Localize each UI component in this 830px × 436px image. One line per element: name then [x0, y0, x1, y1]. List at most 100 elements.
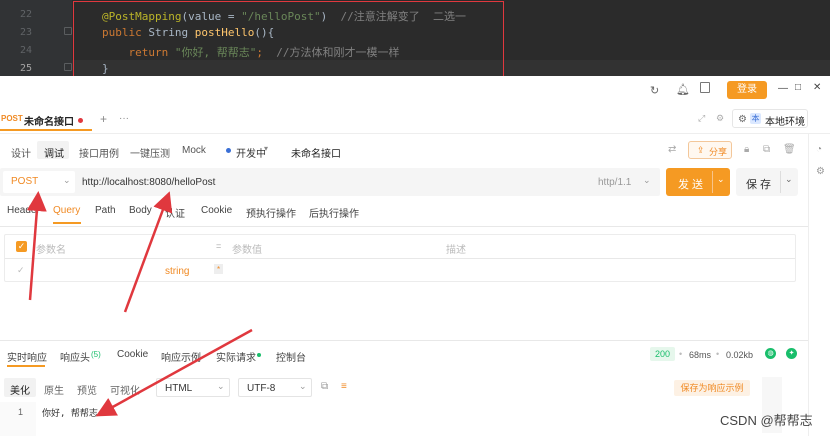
line-number: 25	[20, 63, 33, 74]
separator-dot: •	[716, 349, 720, 359]
gear-small-icon: ⚙	[738, 114, 747, 125]
environment-select[interactable]: ⚙ 本 本地环境	[732, 109, 808, 128]
tab-load-test[interactable]: 一键压测	[130, 145, 170, 160]
api-name[interactable]: 未命名接口	[291, 145, 341, 160]
bell-icon[interactable]: 🔔︎	[676, 83, 690, 96]
unsaved-dot-icon	[78, 118, 83, 123]
chevron-down-icon[interactable]: ⌄	[785, 174, 793, 185]
app-titlebar: ↻ 🔔︎ 登录 — □ ✕	[0, 76, 830, 104]
header-count-badge: (5)	[91, 350, 101, 359]
tab-title: 未命名接口	[24, 117, 74, 128]
line-number: 22	[20, 9, 33, 20]
tab-response-headers[interactable]: 响应头	[60, 349, 90, 364]
tab-path[interactable]: Path	[95, 205, 116, 216]
chevron-down-icon: ▾	[264, 144, 269, 153]
info-icon[interactable]: ✦	[786, 348, 797, 359]
delete-icon[interactable]: 🗑︎	[783, 144, 796, 155]
chevron-down-icon: ⌄	[299, 381, 307, 391]
login-button[interactable]: 登录	[727, 81, 767, 99]
add-tab-button[interactable]: +	[100, 112, 107, 126]
tab-cookie[interactable]: Cookie	[201, 205, 232, 216]
protocol-select[interactable]: http/1.1	[598, 177, 631, 188]
save-label: 保 存	[746, 179, 772, 191]
request-tab-bar: POST 未命名接口 + ··· ⤢ ⚙ ⚙ 本 本地环境	[0, 104, 830, 134]
col-param-name: 参数名	[36, 245, 66, 256]
refresh-icon[interactable]: ↻	[650, 84, 659, 97]
code-icon[interactable]: ⚙	[816, 166, 825, 177]
lock-icon[interactable]: 🔒︎	[744, 144, 749, 155]
fold-marker-icon[interactable]	[64, 27, 72, 35]
status-dot-icon	[226, 148, 231, 153]
required-marker[interactable]: *	[214, 264, 223, 274]
tab-query[interactable]: Query	[53, 205, 80, 216]
col-description: 描述	[446, 245, 466, 256]
tab-test-cases[interactable]: 接口用例	[79, 145, 119, 160]
tab-body[interactable]: Body	[129, 205, 152, 216]
format-select-value: HTML	[165, 383, 193, 394]
tab-auth[interactable]: 认证	[165, 205, 185, 220]
row-check-icon[interactable]: ✓	[17, 265, 25, 276]
col-param-value: 参数值	[232, 245, 262, 256]
fold-marker-icon[interactable]	[64, 63, 72, 71]
divider	[0, 340, 808, 341]
chevron-down-icon: ⌄	[217, 381, 225, 391]
document-icon[interactable]	[700, 82, 710, 93]
tab-untitled-api[interactable]: POST 未命名接口	[0, 109, 92, 131]
select-all-checkbox[interactable]: ✓	[16, 241, 27, 252]
copy-icon[interactable]: ⧉	[763, 144, 770, 155]
wrap-lines-icon[interactable]: ≡	[341, 381, 347, 392]
separator-dot: •	[679, 349, 683, 359]
send-button[interactable]: 发 送 ⌄	[666, 168, 730, 196]
status-dot-icon	[257, 353, 261, 357]
divider	[0, 226, 808, 227]
maximize-icon[interactable]: □	[795, 82, 801, 93]
format-visualize[interactable]: 可视化	[110, 382, 140, 397]
line-number: 24	[20, 45, 33, 56]
shuffle-icon[interactable]: ⇄	[668, 144, 676, 155]
status-code-badge: 200	[650, 347, 675, 361]
save-button[interactable]: 保 存 ⌄	[736, 168, 798, 196]
param-type[interactable]: string	[165, 266, 189, 277]
right-sidebar: ◔ ⚙	[808, 134, 830, 436]
tab-console[interactable]: 控制台	[276, 349, 306, 364]
tab-header[interactable]: Header	[7, 205, 40, 216]
tab-live-response[interactable]: 实时响应	[7, 349, 47, 364]
response-text[interactable]: 你好, 帮帮志	[42, 406, 98, 419]
settings-gear-icon[interactable]: ⚙	[716, 113, 724, 124]
chevron-down-icon[interactable]: ⌄	[717, 174, 725, 185]
tab-actual-request[interactable]: 实际请求	[216, 349, 256, 364]
tab-response-example[interactable]: 响应示例	[161, 349, 201, 364]
tab-post-request[interactable]: 后执行操作	[309, 205, 359, 220]
save-as-example-button[interactable]: 保存为响应示例	[674, 380, 750, 396]
active-tab-underline	[7, 365, 45, 367]
method-label: POST	[11, 176, 39, 187]
tab-response-cookie[interactable]: Cookie	[117, 349, 148, 360]
tab-debug[interactable]: 调试	[44, 145, 64, 160]
more-tabs-icon[interactable]: ···	[119, 113, 129, 124]
response-body: 1 你好, 帮帮志	[0, 377, 808, 436]
minimize-icon[interactable]: —	[778, 83, 788, 94]
expand-icon[interactable]: ⤢	[698, 113, 705, 124]
format-select[interactable]: HTML ⌄	[156, 378, 230, 397]
method-select[interactable]: POST ⌄	[3, 171, 75, 193]
url-input[interactable]: http://localhost:8080/helloPost	[82, 177, 215, 188]
format-raw[interactable]: 原生	[44, 382, 64, 397]
globe-icon[interactable]: ◍	[765, 348, 776, 359]
share-button[interactable]: ⇪ 分享	[688, 141, 732, 159]
tab-method-badge: POST	[1, 114, 23, 123]
watermark: CSDN @帮帮志	[720, 413, 813, 428]
close-icon[interactable]: ✕	[813, 82, 821, 93]
format-pretty[interactable]: 美化	[10, 382, 30, 397]
divider	[5, 258, 795, 259]
copy-icon[interactable]: ⧉	[321, 381, 328, 392]
encoding-select[interactable]: UTF-8 ⌄	[238, 378, 312, 397]
tab-mock[interactable]: Mock	[182, 145, 206, 156]
tab-pre-request[interactable]: 预执行操作	[246, 205, 296, 220]
tab-design[interactable]: 设计	[11, 145, 31, 160]
format-preview[interactable]: 预览	[77, 382, 97, 397]
history-icon[interactable]: ◔	[816, 144, 822, 155]
divider	[712, 171, 713, 193]
line-number: 1	[18, 407, 24, 417]
status-select[interactable]: 开发中	[236, 145, 266, 160]
env-badge: 本	[750, 113, 761, 124]
